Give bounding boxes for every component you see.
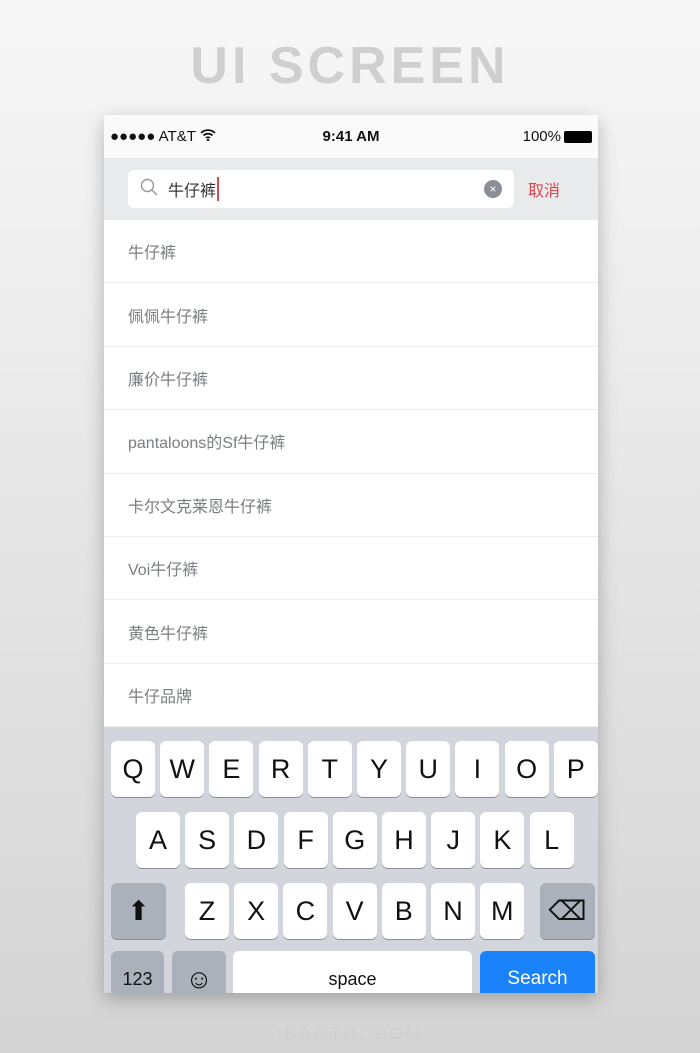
key-v[interactable]: V bbox=[332, 883, 377, 939]
key-e[interactable]: E bbox=[209, 741, 254, 797]
cancel-button[interactable]: 取消 bbox=[528, 177, 560, 201]
key-u[interactable]: U bbox=[406, 741, 451, 797]
key-l[interactable]: L bbox=[529, 812, 574, 868]
battery-icon bbox=[564, 131, 592, 144]
clear-icon[interactable]: × bbox=[484, 180, 502, 198]
key-o[interactable]: O bbox=[504, 741, 549, 797]
key-c[interactable]: C bbox=[283, 883, 328, 939]
key-r[interactable]: R bbox=[258, 741, 303, 797]
suggestion-item[interactable]: 卡尔文克莱恩牛仔裤 bbox=[104, 473, 598, 537]
key-a[interactable]: A bbox=[136, 812, 180, 868]
key-j[interactable]: J bbox=[431, 812, 476, 868]
key-t[interactable]: T bbox=[307, 741, 352, 797]
keyboard: Q W E R T Y U I O P A S D F G H J K L ⬆ Z X C V B N M ⌫ 123 ☺ space Sea… bbox=[104, 727, 598, 993]
search-key[interactable]: Search bbox=[480, 951, 595, 993]
battery-percent: 100% bbox=[522, 128, 561, 145]
status-bar: ●●●●● AT&T 9:41 AM 100% bbox=[104, 115, 598, 158]
carrier: ●●●●● AT&T bbox=[110, 128, 196, 145]
search-bar: 牛仔裤 × 取消 bbox=[104, 158, 598, 220]
keyboard-row: ASDFGHJKL bbox=[104, 812, 598, 868]
space-key[interactable]: space bbox=[233, 951, 472, 993]
search-query: 牛仔裤 bbox=[168, 183, 217, 200]
keyboard-row: QWERTYUIOP bbox=[104, 741, 598, 797]
wifi-icon bbox=[200, 128, 216, 145]
numbers-key[interactable]: 123 bbox=[111, 951, 164, 993]
suggestion-item[interactable]: 黄色牛仔裤 bbox=[104, 600, 598, 664]
search-input[interactable]: 牛仔裤 × bbox=[128, 170, 514, 208]
banner-title: UI SCREEN bbox=[190, 37, 510, 95]
text-cursor bbox=[217, 177, 220, 201]
key-x[interactable]: X bbox=[234, 883, 279, 939]
key-d[interactable]: D bbox=[234, 812, 279, 868]
shift-key[interactable]: ⬆ bbox=[111, 883, 166, 939]
phone-screen: ●●●●● AT&T 9:41 AM 100% 牛仔裤 × 取消 牛仔裤 佩佩牛仔… bbox=[104, 115, 598, 993]
key-k[interactable]: K bbox=[480, 812, 525, 868]
key-n[interactable]: N bbox=[431, 883, 475, 939]
key-p[interactable]: P bbox=[553, 741, 598, 797]
key-y[interactable]: Y bbox=[357, 741, 401, 797]
key-i[interactable]: I bbox=[455, 741, 500, 797]
suggestion-item[interactable]: 牛仔裤 bbox=[104, 220, 598, 284]
key-w[interactable]: W bbox=[160, 741, 205, 797]
key-b[interactable]: B bbox=[381, 883, 426, 939]
search-icon bbox=[140, 178, 158, 201]
key-f[interactable]: F bbox=[283, 812, 328, 868]
backspace-key[interactable]: ⌫ bbox=[540, 883, 595, 939]
suggestion-list: 牛仔裤 佩佩牛仔裤 廉价牛仔裤 pantaloons的Sf牛仔裤 卡尔文克莱恩牛仔裤 Vo… bbox=[104, 220, 598, 728]
keyboard-row: ⬆ Z X C V B N M ⌫ bbox=[104, 883, 598, 939]
key-g[interactable]: G bbox=[332, 812, 377, 868]
key-h[interactable]: H bbox=[382, 812, 426, 868]
suggestion-item[interactable]: Voi牛仔裤 bbox=[104, 536, 598, 601]
key-m[interactable]: M bbox=[480, 883, 525, 939]
key-z[interactable]: Z bbox=[185, 883, 229, 939]
suggestion-item[interactable]: 牛仔品牌 bbox=[104, 663, 598, 728]
key-q[interactable]: Q bbox=[111, 741, 155, 797]
key-s[interactable]: S bbox=[185, 812, 230, 868]
suggestion-item[interactable]: 廉价牛仔裤 bbox=[104, 346, 598, 411]
emoji-key[interactable]: ☺ bbox=[172, 951, 226, 993]
suggestion-item[interactable]: 佩佩牛仔裤 bbox=[104, 283, 598, 347]
banner-footer: IBAOTU. COM bbox=[277, 1024, 423, 1043]
keyboard-row: 123 ☺ space Search bbox=[104, 951, 598, 993]
suggestion-item[interactable]: pantaloons的Sf牛仔裤 bbox=[104, 410, 598, 474]
